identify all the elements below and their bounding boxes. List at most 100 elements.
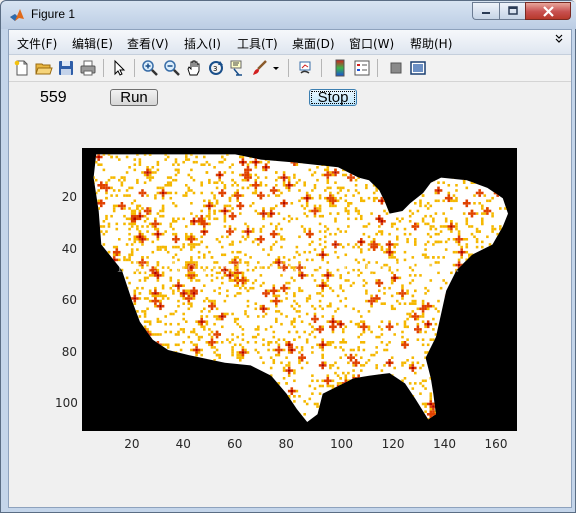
heatmap-axes[interactable] (82, 148, 517, 431)
heat-cell (462, 212, 466, 215)
heat-cell (321, 289, 324, 293)
heat-cell (151, 292, 155, 295)
title-bar[interactable]: Figure 1 (1, 1, 576, 29)
heat-cell (262, 214, 265, 218)
heat-cell (470, 315, 474, 318)
menu-view[interactable]: 查看(V) (127, 35, 169, 52)
heat-cell (334, 407, 337, 411)
heat-cell (177, 330, 180, 334)
heat-cell (269, 299, 273, 303)
heat-cell (370, 240, 373, 244)
heat-cell (105, 335, 108, 339)
heat-cell (344, 379, 348, 383)
heat-cell (156, 212, 160, 215)
heat-cell (424, 307, 427, 311)
heat-cell (231, 178, 234, 182)
heat-cell (192, 276, 196, 280)
print-button[interactable] (79, 59, 97, 77)
menu-desktop[interactable]: 桌面(D) (292, 35, 335, 52)
heat-cell (331, 154, 335, 156)
heat-cell (259, 160, 263, 164)
heat-cell (473, 315, 476, 318)
heat-cell (246, 225, 250, 228)
heat-cell (143, 276, 147, 280)
heat-cell (329, 304, 332, 308)
heat-cell (457, 299, 461, 303)
heat-cell (324, 240, 327, 244)
heat-cell (342, 341, 345, 344)
minimize-button[interactable] (472, 2, 499, 20)
maximize-button[interactable] (499, 2, 525, 20)
link-plot-button[interactable] (297, 59, 315, 77)
heat-cell (365, 361, 368, 365)
menu-tools[interactable]: 工具(T) (237, 35, 278, 52)
data-cursor-button[interactable] (229, 59, 247, 77)
menu-insert[interactable]: 插入(I) (184, 35, 221, 52)
heat-cell (275, 317, 278, 321)
menu-window[interactable]: 窗口(W) (349, 35, 394, 52)
hide-plot-tools-button[interactable] (387, 59, 405, 77)
zoom-out-button[interactable] (163, 59, 181, 77)
close-button[interactable] (525, 2, 571, 20)
heat-cell (462, 250, 466, 254)
brush-button[interactable] (251, 59, 269, 77)
zoom-in-button[interactable] (141, 59, 159, 77)
heat-cell (192, 420, 196, 423)
colorbar-button[interactable] (331, 59, 349, 77)
brush-dropdown[interactable] (271, 59, 281, 77)
heat-cell (208, 392, 211, 395)
heat-cell (370, 330, 373, 334)
edit-plot-button[interactable] (110, 59, 128, 77)
heat-cell (154, 410, 157, 413)
heat-cell (244, 238, 247, 241)
heat-cell (93, 312, 95, 316)
new-figure-button[interactable] (13, 59, 31, 77)
heat-cell (450, 405, 453, 408)
heat-cell (354, 400, 358, 403)
pan-button[interactable] (185, 59, 203, 77)
heat-cell (138, 160, 142, 164)
heat-cell (380, 222, 384, 226)
heat-cell (272, 359, 276, 362)
heat-cell (102, 397, 106, 401)
heat-cell (169, 222, 173, 226)
heat-cell (159, 395, 162, 398)
heat-cell (254, 420, 258, 423)
heat-cell (462, 292, 466, 295)
heat-cell (185, 232, 188, 236)
heat-cell (280, 312, 283, 316)
menu-edit[interactable]: 编辑(E) (72, 35, 113, 52)
heat-cell (318, 194, 322, 197)
save-button[interactable] (57, 59, 75, 77)
heat-cell (97, 302, 100, 305)
rotate-button[interactable]: 3 (207, 59, 225, 77)
brush-icon (253, 60, 267, 75)
heat-cell (275, 151, 278, 154)
legend-button[interactable] (353, 59, 371, 77)
heat-cell (465, 176, 469, 179)
heat-cell (357, 377, 360, 380)
heat-cell (300, 276, 304, 280)
heat-cell (324, 235, 327, 239)
heat-cell (421, 166, 425, 169)
heat-cell (146, 212, 149, 215)
stop-button[interactable]: Stop (309, 89, 357, 106)
heat-cell (303, 184, 306, 187)
chevron-double-icon[interactable] (555, 34, 563, 44)
heat-cell (213, 400, 216, 403)
menu-help[interactable]: 帮助(H) (410, 35, 452, 52)
heat-cell (94, 191, 98, 195)
show-plot-tools-button[interactable] (409, 59, 427, 77)
heat-cell (290, 304, 294, 308)
heat-cell (342, 382, 345, 385)
menu-file[interactable]: 文件(F) (17, 35, 57, 52)
heat-cell (105, 276, 108, 280)
heat-cell (272, 243, 276, 246)
heat-cell (290, 184, 294, 187)
heat-cell (246, 171, 250, 174)
heat-cell (496, 353, 499, 357)
heat-cell (223, 207, 227, 210)
open-button[interactable] (35, 59, 53, 77)
run-button[interactable]: Run (110, 89, 158, 106)
heat-cell (375, 243, 378, 246)
